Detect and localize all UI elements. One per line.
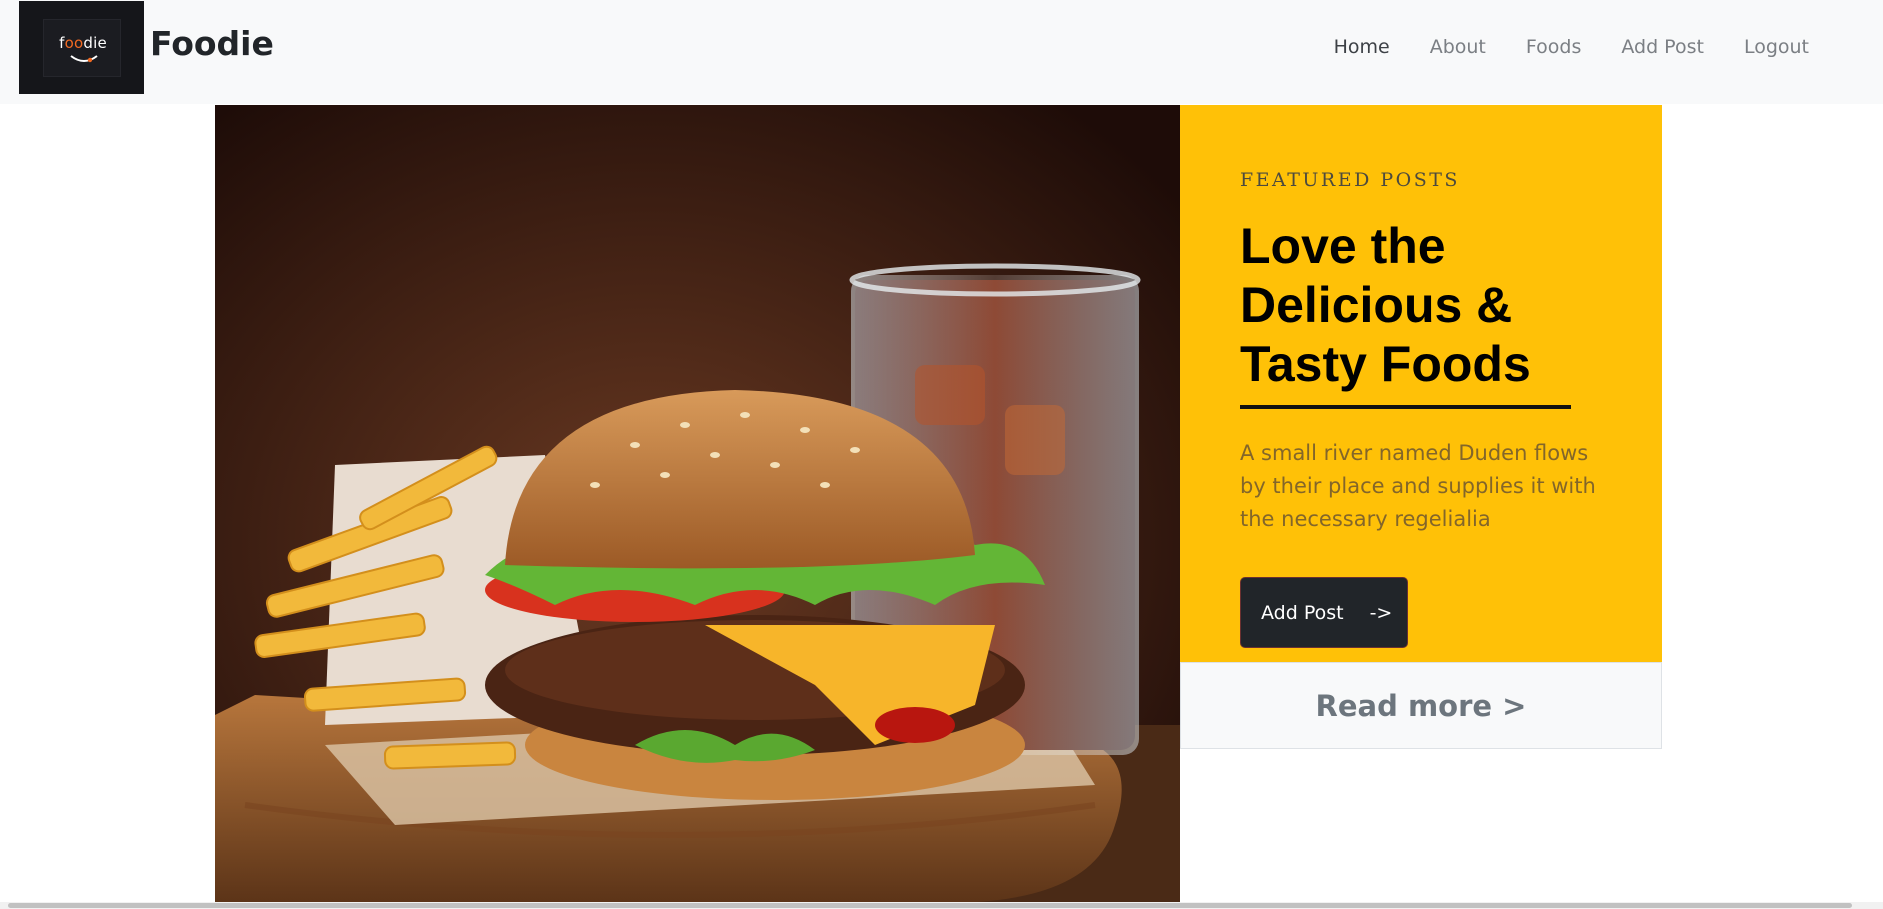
top-navbar: foodie Foodie Home About Foods Add Post … [0, 0, 1883, 104]
featured-eyebrow: FEATURED POSTS [1240, 169, 1460, 191]
nav-link-add-post[interactable]: Add Post [1621, 36, 1704, 58]
scrollbar-thumb[interactable] [8, 903, 1852, 908]
logo-wordmark: foodie [59, 34, 107, 52]
site-logo[interactable]: foodie [19, 1, 144, 94]
logo-badge: foodie [43, 19, 121, 77]
headline-underline [1240, 405, 1571, 409]
add-post-button-label: Add Post [1261, 601, 1344, 624]
hero-food-image [215, 105, 1180, 902]
smile-icon [70, 55, 98, 63]
nav-link-logout[interactable]: Logout [1744, 36, 1809, 58]
read-more-link[interactable]: Read more > [1180, 662, 1662, 749]
hero-blurb: A small river named Duden flows by their… [1240, 441, 1596, 531]
burger-illustration [215, 105, 1180, 902]
nav-link-foods[interactable]: Foods [1526, 36, 1581, 58]
nav-link-about[interactable]: About [1430, 36, 1486, 58]
brand-name[interactable]: Foodie [150, 24, 274, 63]
arrow-right-icon: -> [1369, 601, 1393, 624]
add-post-button[interactable]: Add Post -> [1240, 577, 1408, 648]
featured-post-card: FEATURED POSTS Love the Delicious & Tast… [1180, 105, 1662, 662]
nav-link-home[interactable]: Home [1334, 36, 1390, 58]
hero-headline: Love the Delicious & Tasty Foods [1240, 218, 1531, 392]
main-nav: Home About Foods Add Post Logout [1334, 36, 1809, 58]
horizontal-scrollbar[interactable] [0, 902, 1883, 909]
